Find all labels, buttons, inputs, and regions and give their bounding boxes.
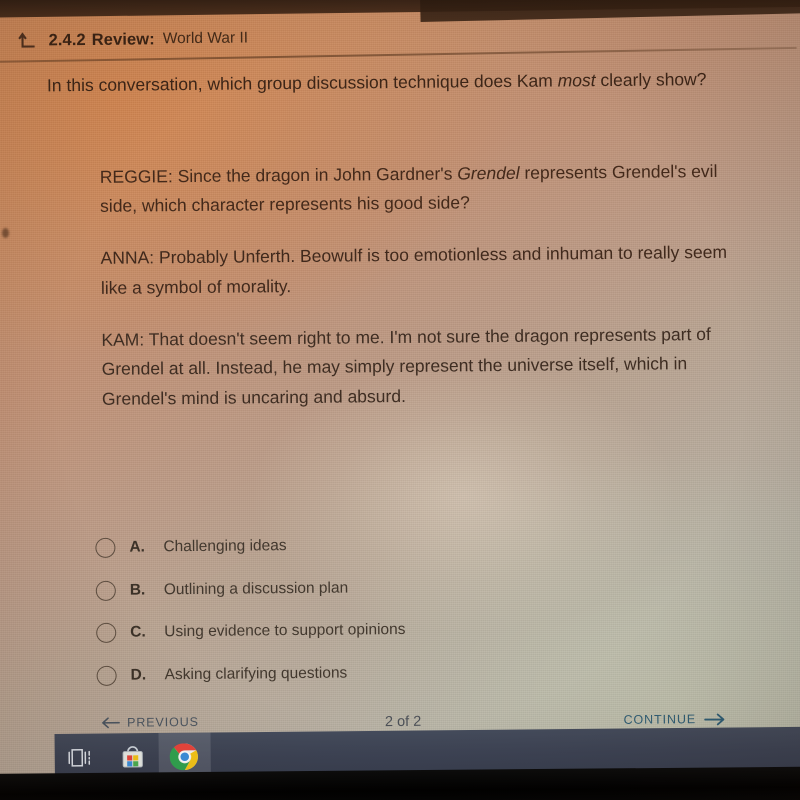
radio-button-b[interactable] [95,580,116,601]
option-label: Outlining a discussion plan [163,579,349,599]
question-emphasis: most [557,70,596,91]
microsoft-store-icon [119,743,147,776]
answer-option-d[interactable]: D. Asking clarifying questions [96,649,656,697]
lesson-title: World War II [162,29,249,48]
option-label: Using evidence to support opinions [164,621,406,641]
radio-button-a[interactable] [95,537,116,559]
lesson-code: 2.4.2 [48,30,86,49]
answer-option-c[interactable]: C. Using evidence to support opinions [96,607,656,655]
photo-artifact-speck [2,228,9,238]
continue-button[interactable]: CONTINUE [624,712,726,727]
dialogue-line: KAM: That doesn't seem right to me. I'm … [101,319,732,414]
quiz-page: 2.4.2 Review: World War II In this conve… [0,0,800,800]
answer-option-b[interactable]: B. Outlining a discussion plan [95,564,656,612]
answer-choices: A. Challenging ideas B. Outlining a disc… [95,522,657,697]
dialogue-text-part1: Probably Unferth. Beowulf is too emotion… [100,241,728,298]
dialogue-title-italic: Grendel [457,162,520,183]
task-view-icon [68,746,94,773]
question-prefix: In this conversation, which group discus… [46,70,558,96]
question-prompt: In this conversation, which group discus… [47,68,747,97]
option-letter: B. [129,581,146,599]
lesson-type: Review: [91,29,155,49]
radio-button-c[interactable] [96,622,117,644]
option-letter: C. [130,623,146,641]
option-letter: A. [129,538,145,556]
screen-photo: 2.4.2 Review: World War II In this conve… [0,0,800,800]
dialogue-text-part1: That doesn't seem right to me. I'm not s… [101,323,711,409]
answer-option-a[interactable]: A. Challenging ideas [95,522,655,570]
option-label: Asking clarifying questions [164,664,348,684]
dialogue-line: REGGIE: Since the dragon in John Gardner… [100,156,731,222]
continue-label: CONTINUE [623,712,697,727]
dialogue-text-part1: Since the dragon in John Gardner's [172,162,458,186]
radio-button-d[interactable] [96,665,117,686]
return-arrow-icon[interactable] [18,31,36,51]
arrow-right-icon [704,712,725,725]
speaker-name: ANNA: [100,247,155,268]
option-label: Challenging ideas [163,537,287,556]
conversation-transcript: REGGIE: Since the dragon in John Gardner… [100,139,733,437]
question-suffix: clearly show? [595,69,707,91]
speaker-name: KAM: [101,328,145,350]
option-letter: D. [130,666,147,684]
dialogue-line: ANNA: Probably Unferth. Beowulf is too e… [100,238,731,304]
speaker-name: REGGIE: [99,165,173,187]
